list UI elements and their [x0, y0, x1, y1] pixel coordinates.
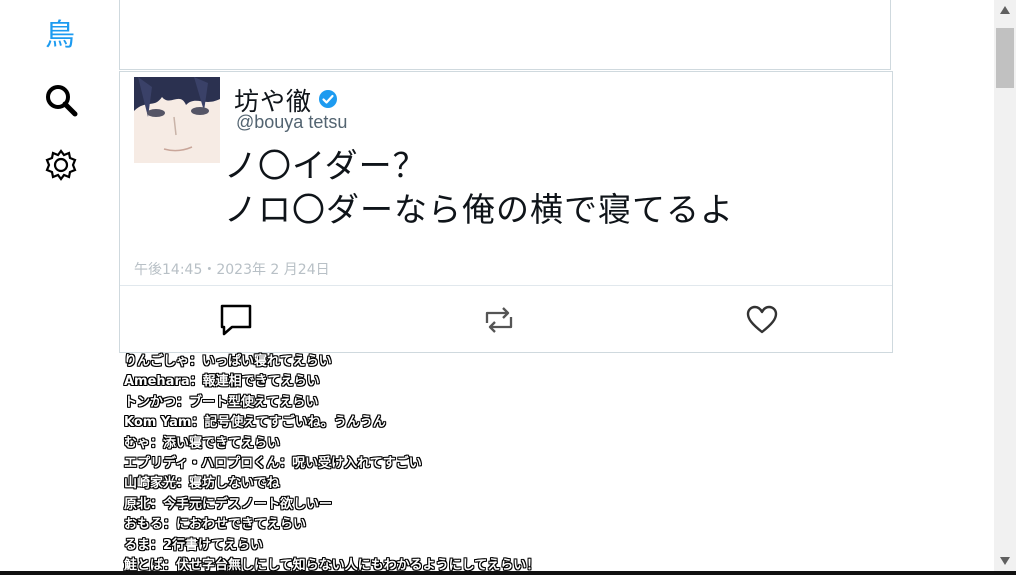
comment-line: おもる：におわせできてえらい	[124, 517, 307, 533]
comment-line: 山崎家光：寝坊しないでね	[124, 476, 280, 492]
avatar[interactable]	[134, 77, 220, 163]
comment-line: トンかつ：ブート型使えてえらい	[124, 394, 319, 410]
comment-line: Kom Yam：記号使えてすごいね。うんうん	[124, 415, 386, 431]
comment-line: Amehara：報連相できてえらい	[124, 374, 320, 390]
reply-button[interactable]	[216, 300, 256, 340]
tweet-text: ノ〇イダー？ ノロ〇ダーなら俺の横で寝てるよ	[224, 144, 734, 232]
comment-line: るま：2行書けてえらい	[124, 537, 264, 553]
comment-line: 原北：今手元にデスノート欲しいー	[124, 496, 333, 512]
timeline-header-area	[119, 0, 891, 70]
tweet-card: 坊や徹 @bouya tetsu ノ〇イダー？ ノロ〇ダーなら俺の横で寝てるよ …	[119, 71, 893, 353]
sidebar: 鳥	[0, 0, 120, 575]
divider	[120, 285, 892, 286]
search-icon[interactable]	[41, 80, 81, 120]
tweet-text-line-2: ノロ〇ダーなら俺の横で寝てるよ	[224, 190, 734, 229]
scroll-down-icon[interactable]	[998, 553, 1012, 567]
comment-line: りんごしゃ：いっぱい寝れてえらい	[124, 354, 332, 369]
bottom-edge	[0, 571, 1016, 575]
scrollbar[interactable]	[994, 0, 1016, 575]
gear-icon[interactable]	[41, 145, 81, 185]
retweet-button[interactable]	[479, 300, 519, 340]
heart-icon	[746, 305, 778, 334]
comment-overlay: りんごしゃ：いっぱい寝れてえらい Amehara：報連相できてえらい トンかつ：…	[120, 352, 892, 575]
tweet-timestamp[interactable]: 午後14:45・2023年 2 月24日	[134, 259, 330, 279]
like-button[interactable]	[742, 300, 782, 340]
comment-line: エプリディ・ハロプロくん：呪い受け入れてすごい	[124, 455, 422, 471]
reply-icon	[220, 304, 252, 336]
user-handle[interactable]: @bouya tetsu	[236, 112, 347, 133]
scroll-up-icon[interactable]	[998, 2, 1012, 16]
verified-icon	[318, 86, 338, 115]
retweet-icon	[485, 307, 513, 333]
logo-bird[interactable]: 鳥	[40, 12, 80, 53]
tweet-text-line-1: ノ〇イダー？	[224, 146, 427, 185]
scrollbar-thumb[interactable]	[996, 28, 1014, 88]
comment-line: むゃ：添い寝できてえらい	[124, 435, 281, 451]
